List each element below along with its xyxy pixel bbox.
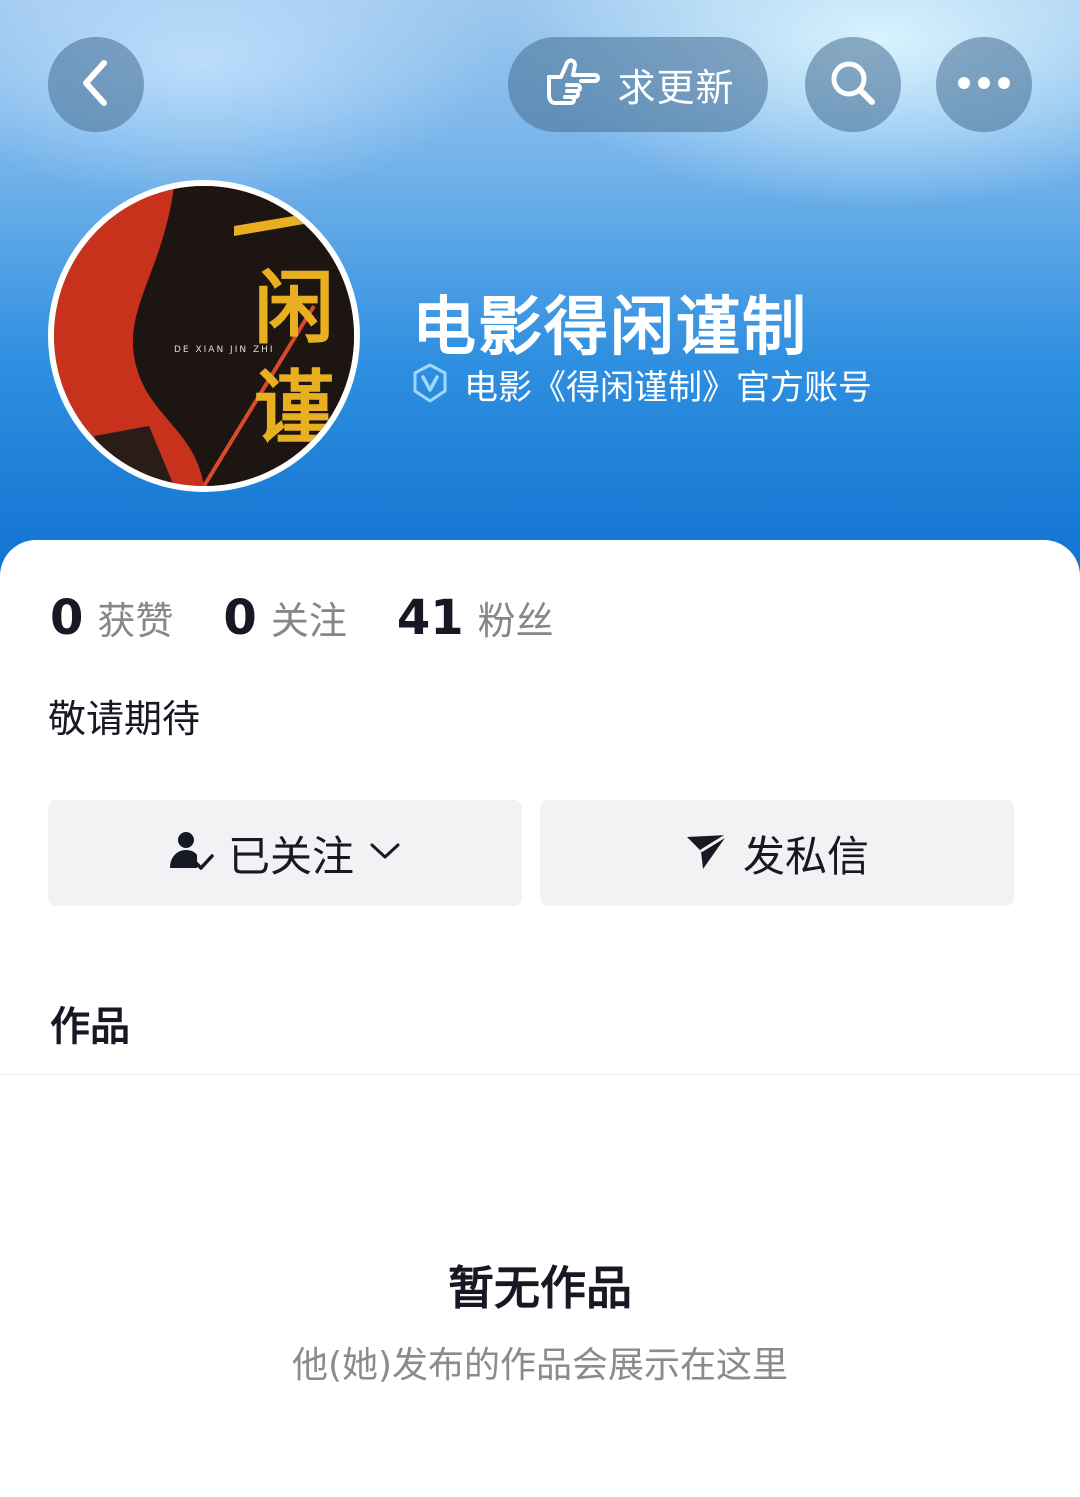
stat-label: 关注 [270,599,347,643]
works-tab[interactable]: 作品 [50,994,130,1052]
poster-subtitle: DE XIAN JIN ZHI [174,345,275,355]
stat-label: 粉丝 [477,599,554,643]
send-message-label: 发私信 [742,831,869,881]
followed-user-icon [168,828,214,878]
stat-number: 0 [50,590,84,646]
send-icon [685,831,729,875]
empty-state-title: 暂无作品 [448,1261,632,1315]
more-button[interactable] [936,37,1032,132]
send-message-button[interactable]: 发私信 [540,800,1014,906]
request-update-label: 求更新 [617,66,735,110]
search-icon [827,57,879,113]
empty-state-subtitle: 他(她)发布的作品会展示在这里 [291,1345,789,1386]
avatar[interactable]: 闲 谨 DE XIAN JIN ZHI [48,180,360,492]
request-update-button[interactable]: 求更新 [508,37,768,132]
bio-text: 敬请期待 [48,697,201,741]
verified-icon [410,363,450,407]
verification-row: 电影《得闲谨制》官方账号 [410,360,872,409]
stat-following[interactable]: 0 关注 [223,590,346,646]
followed-button[interactable]: 已关注 [48,800,522,906]
stat-label: 获赞 [97,599,174,643]
stat-likes[interactable]: 0 获赞 [50,590,173,646]
search-button[interactable] [805,37,901,132]
stat-followers[interactable]: 41 粉丝 [397,590,554,646]
more-icon [956,75,1012,95]
stats-row: 0 获赞 0 关注 41 粉丝 [50,590,604,646]
back-button[interactable] [48,37,144,132]
account-name: 电影得闲谨制 [412,291,808,365]
back-arrow-icon [76,57,116,113]
stat-number: 0 [223,590,257,646]
divider [0,1074,1080,1075]
poster-title: 闲 [254,261,334,355]
chevron-down-icon [368,840,402,866]
followed-label: 已关注 [227,831,354,881]
verified-text: 电影《得闲谨制》官方账号 [464,368,872,408]
pointing-hand-icon [541,57,603,113]
stat-number: 41 [396,590,464,646]
